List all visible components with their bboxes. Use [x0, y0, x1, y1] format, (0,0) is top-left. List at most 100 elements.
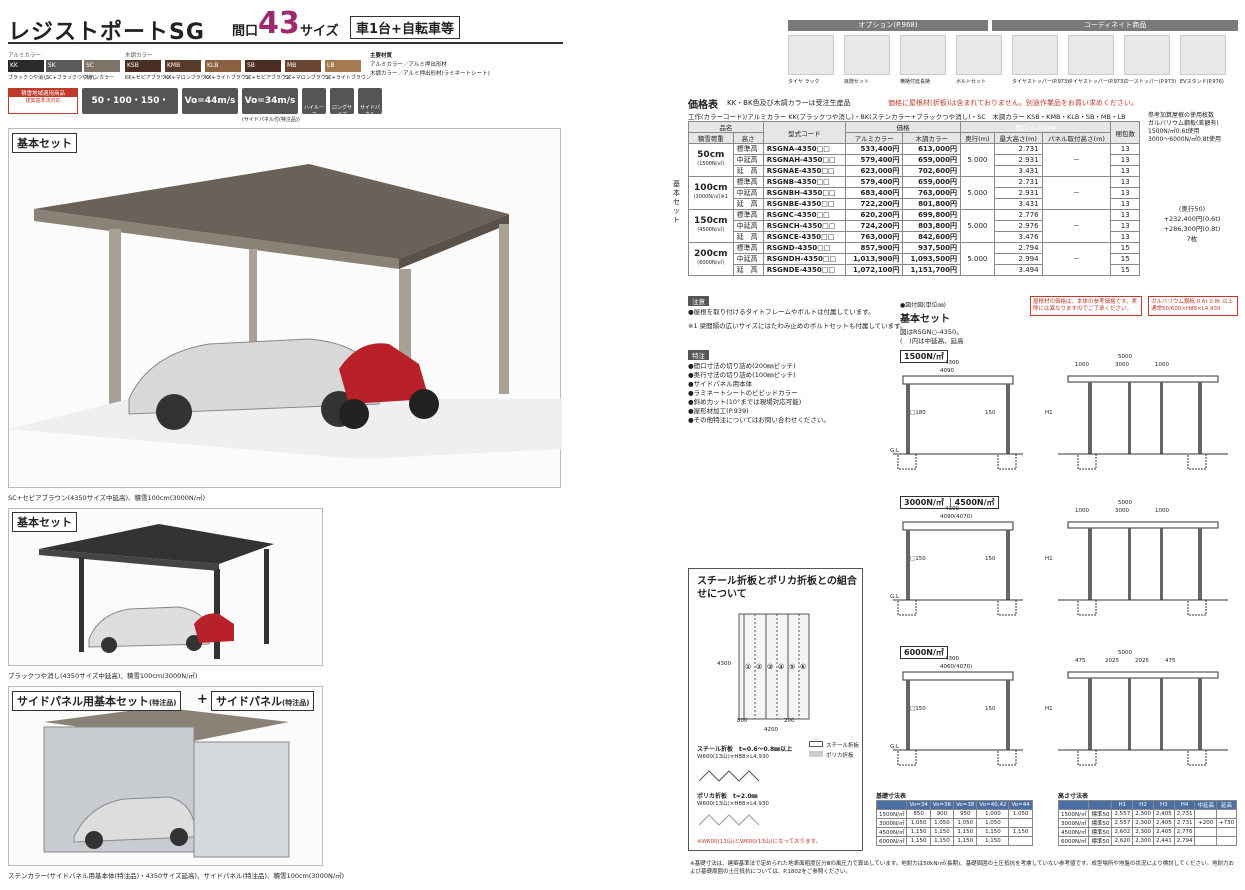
wood-price-cell: 937,500円: [902, 242, 961, 254]
snow-load: 100cm: [694, 183, 728, 193]
extra-line: +232,400円(0.6t): [1163, 215, 1221, 223]
dim-width-inner: 4060(4070): [940, 664, 973, 670]
swatch-label: SC+ライトブラウン: [325, 75, 371, 81]
high-roof-icon: ハイルーフ: [302, 88, 326, 118]
option-caption: 目隠セット: [844, 79, 870, 85]
table-cell: 6000N/㎡: [1057, 836, 1090, 846]
swatch-label: ステンカラー: [84, 75, 115, 81]
maxh-cell: 2.931: [993, 154, 1043, 166]
table-cell: 2,300: [1132, 809, 1154, 819]
post-size: □150: [910, 706, 926, 712]
table-row: 200cm (6000N/㎡) 標準高 RSGND-4350□□ 857,900円 937…: [688, 242, 1140, 276]
depth-cell: 5.000: [959, 242, 995, 276]
maxh-cell: 3.431: [993, 165, 1043, 177]
alumi-price-cell: 579,400円: [844, 154, 904, 166]
panel-number: ①: [745, 663, 751, 671]
maxh-cell: 3.476: [993, 231, 1043, 243]
wood-price-cell: 699,800円: [902, 209, 961, 221]
table-row: H1 H2 H3 H4 中延高 延高: [1057, 800, 1238, 810]
material-line: 木調カラー／アルミ押出形材(ラミネートシート): [370, 71, 490, 77]
header-cell: H4: [1173, 800, 1196, 810]
table-cell: [1215, 809, 1238, 819]
option-thumbnail: [900, 35, 946, 75]
pack-cell: 13: [1110, 165, 1140, 177]
panel-label-sub: (特注品): [149, 699, 177, 707]
option-thumbnail: [844, 35, 890, 75]
ref-note: 参考加算屋根の使用枚数 ガルバリウム鋼板(差額有) 1500N/㎡0.6t使用 …: [1148, 112, 1221, 144]
pack-cell: 13: [1110, 143, 1140, 155]
height-cell: 標準高: [732, 143, 764, 155]
snow-region-badge: 積雪地域適用商品 建築基準法対応: [8, 88, 78, 114]
height-cell: 延 高: [732, 264, 764, 276]
table-cell: 2,776: [1173, 827, 1196, 837]
alumi-price-cell: 724,200円: [844, 220, 904, 232]
wind-speed-side-icon: Vo=34m/s: [242, 88, 298, 114]
dim-label: 4200: [764, 727, 778, 733]
table-cell: 2,405: [1152, 809, 1175, 819]
option-thumbnail: [1068, 35, 1114, 75]
drawing-sub: ( )内は中延高、延高: [900, 337, 964, 345]
table-cell: [1215, 827, 1238, 837]
snow-load-sub: (4500N/㎡): [697, 227, 725, 233]
dim-depth-part: 3000: [1115, 362, 1129, 368]
feature-item: ●奥行寸法の切り詰め(100㎜ピッチ): [688, 371, 796, 379]
pack-cell: 13: [1110, 176, 1140, 188]
snow-load-sub: (3000N/㎡)※1: [693, 194, 728, 200]
post: [499, 224, 509, 394]
depth-cell: 5.000: [959, 209, 995, 243]
dim-depth: 5000: [1118, 500, 1132, 506]
dim-depth-part: 2025: [1105, 658, 1119, 664]
color-swatch: SK: [46, 60, 82, 72]
option-caption: ボルトセット: [956, 79, 987, 85]
table-cell: 1,050: [929, 817, 955, 828]
post-size: 150: [985, 706, 996, 712]
wheel: [101, 637, 117, 653]
table-cell: 標準50: [1088, 818, 1113, 828]
header-cell: [875, 800, 908, 810]
maxh-cell: 2.794: [993, 242, 1043, 254]
color-swatch: MB: [285, 60, 321, 72]
maxh-cell: 2.994: [993, 253, 1043, 265]
table-row: Vo=34 Vo=36 Vo=38 Vo=40,42 Vo=44: [875, 800, 1033, 810]
th-maxh: 最大高さ(m): [993, 132, 1043, 144]
header-cell: Vo=38: [953, 800, 978, 810]
note-heading: 注意: [688, 296, 709, 306]
red-note-box: ガルバリウム鋼板 0.6t 0.8t 以上 通常50/600×H88×L4,93…: [1148, 296, 1238, 316]
table-cell: 900: [929, 808, 955, 819]
pack-cell: 13: [1110, 220, 1140, 232]
header-cell: 中延高: [1194, 800, 1217, 810]
table-cell: 2,300: [1132, 827, 1154, 837]
table-cell: 1,150: [929, 826, 955, 837]
table-row: 1500N/㎡ 標準50 2,557 2,300 2,405 2,731: [1057, 809, 1238, 819]
gl-label: G.L: [890, 744, 900, 750]
wood-price-cell: 1,093,500円: [902, 253, 961, 265]
plus-sign: +: [197, 692, 208, 707]
table-cell: 2,731: [1173, 818, 1196, 828]
pack-cell: 13: [1110, 231, 1140, 243]
dim-depth-part: 1000: [1155, 508, 1169, 514]
panel-label: 基本セット: [12, 133, 77, 153]
feature-item: ●間口寸法の切り詰め(200㎜ピッチ): [688, 362, 796, 370]
wood-price-cell: 659,000円: [902, 154, 961, 166]
legend-label: スチール折板: [826, 743, 860, 749]
table-cell: 標準50: [1088, 836, 1113, 846]
set-vertical-label: 基本セット: [673, 180, 680, 224]
th-snow: 積雪荷重: [688, 132, 734, 144]
feature-item: ●サイドパネル用本体: [688, 380, 753, 388]
table-cell: 2,794: [1173, 836, 1196, 846]
wood-price-cell: 842,600円: [902, 231, 961, 243]
wind-sub-label: (サイドパネル付(特注品)): [242, 117, 300, 123]
panel-number: ②: [756, 663, 762, 671]
elevation-svg: [893, 375, 1228, 470]
table-row: 4500N/㎡ 標準50 2,602 2,300 2,405 2,776: [1057, 827, 1238, 837]
red-note-box: 屋根材の価格は、本体の参考価格です。実際には異なりますのでご了承ください。: [1030, 296, 1142, 316]
table-row: 150cm (4500N/㎡) 標準高 RSGNC-4350□□ 620,200円 699…: [688, 209, 1140, 243]
snow-load-cell: 150cm (4500N/㎡): [688, 209, 734, 243]
h-label: H1: [1045, 706, 1053, 712]
panel-label: サイドパネル用基本セット(特注品): [12, 691, 182, 711]
option-bar: オプション(P.968): [788, 20, 988, 31]
height-cell: 延 高: [732, 231, 764, 243]
option-caption: タイヤストッパー(P.973): [1012, 79, 1070, 85]
poly-wave: [698, 814, 760, 826]
dim-depth-part: 475: [1165, 658, 1176, 664]
